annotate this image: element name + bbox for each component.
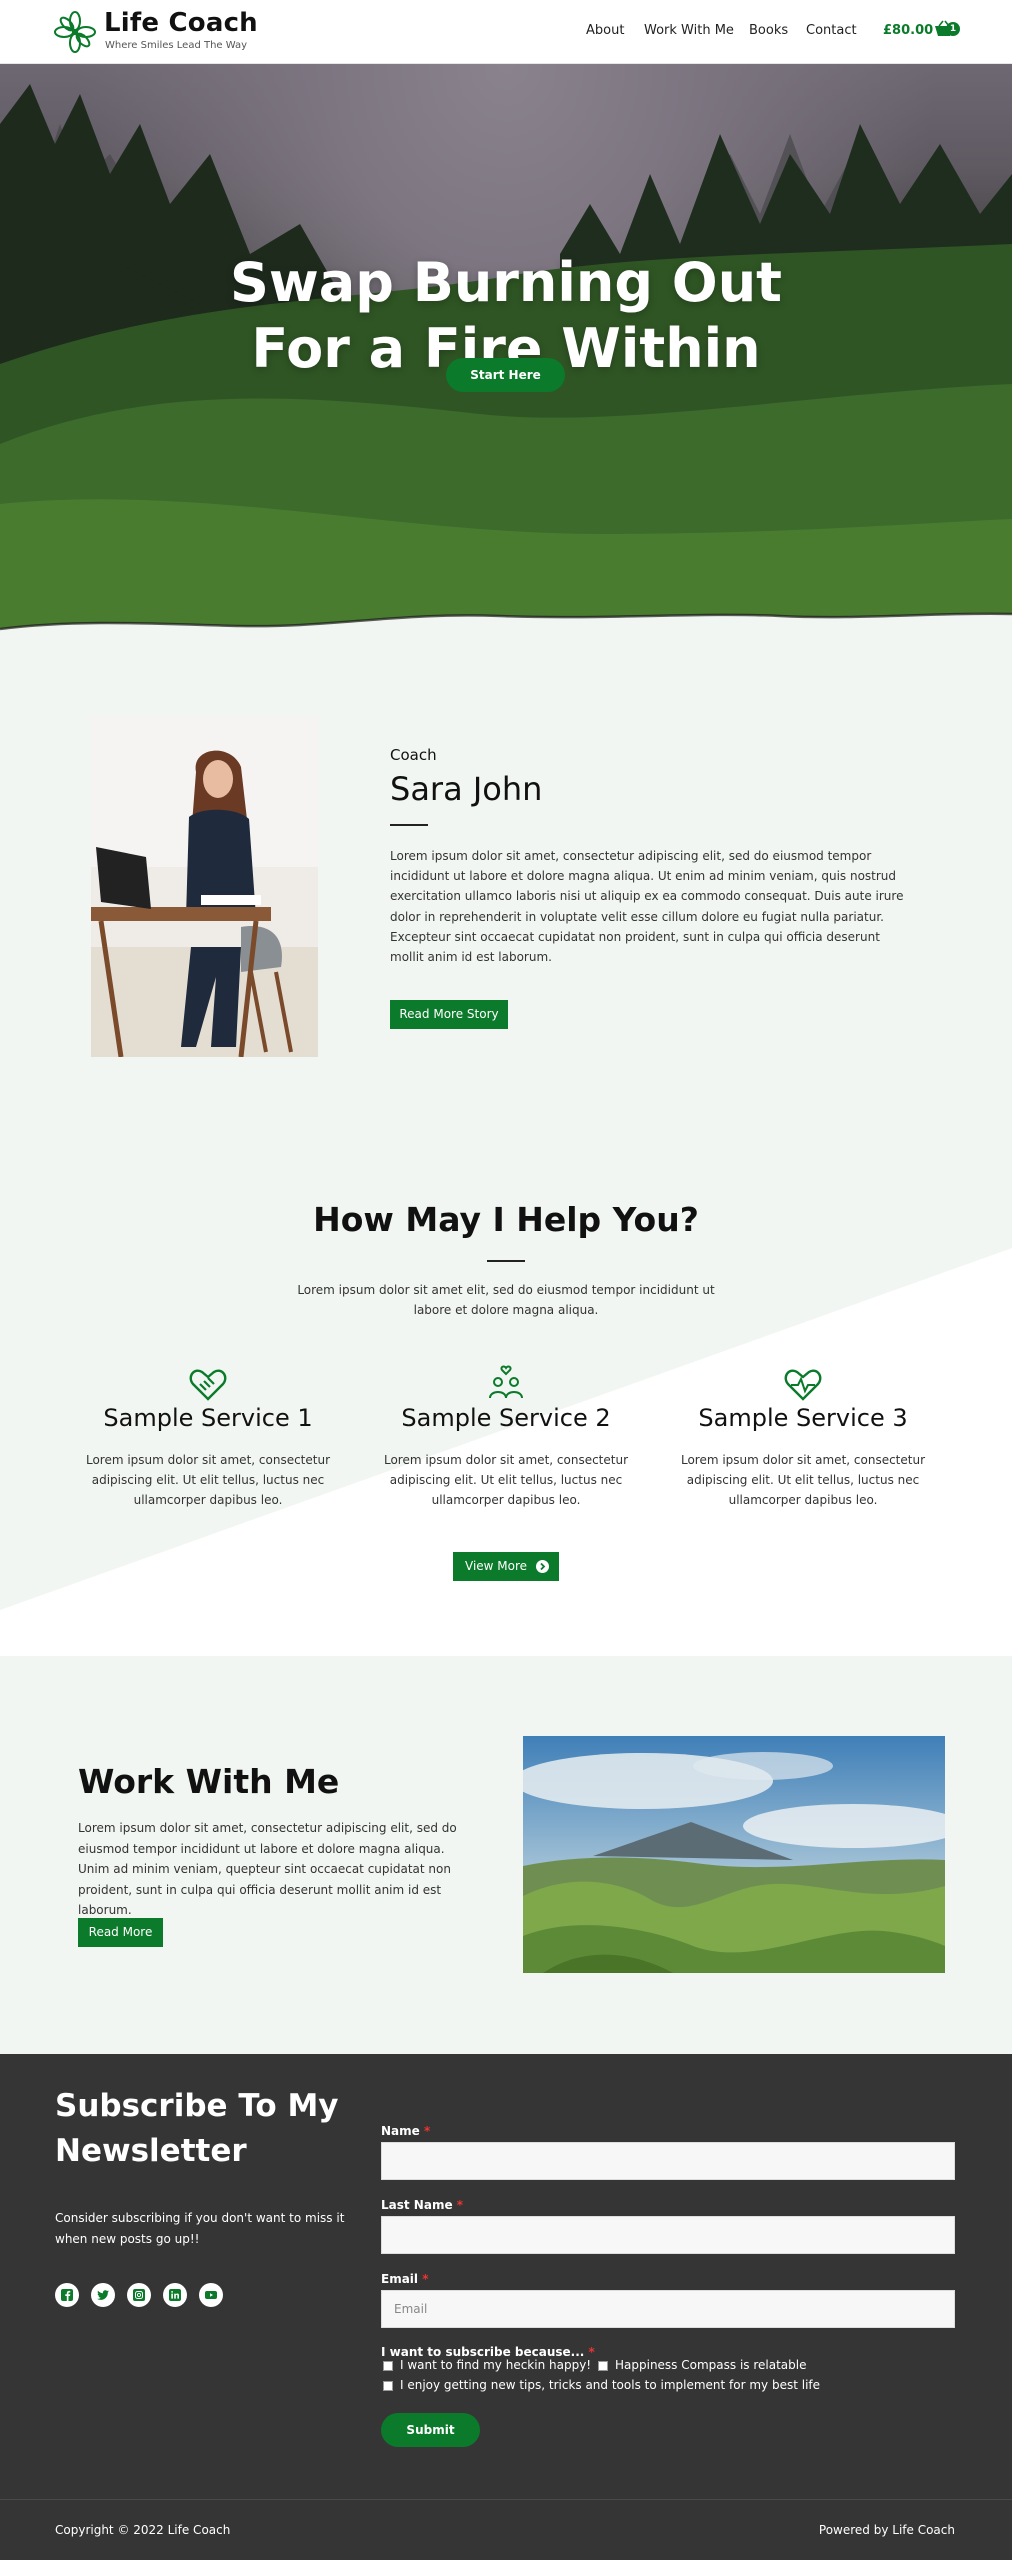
cart-count-badge: 1 — [946, 22, 960, 36]
youtube-button[interactable] — [199, 2283, 223, 2307]
nav-contact[interactable]: Contact — [806, 23, 857, 38]
subscribe-reason-label: I want to subscribe because... * — [381, 2345, 595, 2359]
start-here-button[interactable]: Start Here — [446, 358, 565, 392]
instagram-icon — [133, 2289, 145, 2301]
view-more-label: View More — [465, 1559, 528, 1573]
youtube-icon — [205, 2291, 217, 2299]
submit-button[interactable]: Submit — [381, 2413, 480, 2447]
powered-by-text: Powered by Life Coach — [818, 2523, 955, 2537]
about-text: Lorem ipsum dolor sit amet, consectetur … — [390, 849, 904, 965]
cart-total[interactable]: £80.00 — [883, 23, 933, 38]
heartbeat-icon — [784, 1369, 822, 1401]
service-title-1: Sample Service 1 — [103, 1404, 313, 1432]
newsletter-description: Consider subscribing if you don't want t… — [55, 2211, 345, 2246]
coach-name: Sara John — [390, 770, 543, 808]
handshake-heart-icon — [189, 1369, 227, 1401]
twitter-icon — [97, 2290, 109, 2300]
people-heart-icon — [489, 1365, 523, 1399]
arrow-circle-right-icon — [536, 1560, 549, 1573]
name-label: Name * — [381, 2124, 431, 2138]
facebook-button[interactable] — [55, 2283, 79, 2307]
nav-work-with-me[interactable]: Work With Me — [644, 23, 734, 38]
last-name-label: Last Name * — [381, 2198, 464, 2212]
linkedin-icon — [169, 2289, 181, 2301]
nav-about[interactable]: About — [586, 23, 624, 38]
newsletter-title: Subscribe To My Newsletter — [55, 2088, 339, 2169]
email-input[interactable]: Email — [381, 2290, 955, 2328]
service-text-2: Lorem ipsum dolor sit amet, consectetur … — [383, 1453, 629, 1507]
name-input[interactable] — [381, 2142, 955, 2180]
coach-photo — [91, 717, 318, 1057]
twitter-button[interactable] — [91, 2283, 115, 2307]
option-checkbox-3[interactable] — [383, 2381, 393, 2391]
services-title: How May I Help You? — [313, 1200, 699, 1239]
services-intro: Lorem ipsum dolor sit amet elit, sed do … — [297, 1283, 715, 1317]
option-label-2: Happiness Compass is relatable — [615, 2358, 807, 2372]
view-more-button[interactable]: View More — [453, 1552, 559, 1581]
divider-line — [487, 1260, 525, 1262]
copyright-text: Copyright © 2022 Life Coach — [55, 2523, 231, 2537]
about-label: Coach — [390, 746, 437, 764]
mountain-landscape-image — [523, 1736, 945, 1973]
brand-tagline: Where Smiles Lead The Way — [105, 40, 248, 51]
lotus-logo-icon[interactable] — [54, 11, 96, 53]
email-label: Email * — [381, 2272, 429, 2286]
service-text-3: Lorem ipsum dolor sit amet, consectetur … — [680, 1453, 926, 1507]
instagram-button[interactable] — [127, 2283, 151, 2307]
service-title-3: Sample Service 3 — [698, 1404, 908, 1432]
hero-title-line1: Swap Burning Out — [230, 251, 782, 314]
footer-divider — [0, 2499, 1012, 2500]
nav-books[interactable]: Books — [749, 23, 788, 38]
read-more-button[interactable]: Read More — [78, 1918, 163, 1947]
service-text-1: Lorem ipsum dolor sit amet, consectetur … — [85, 1453, 331, 1507]
option-label-1: I want to find my heckin happy! — [400, 2358, 592, 2372]
hero-section: Swap Burning Out For a Fire Within — [0, 64, 1012, 644]
work-text: Lorem ipsum dolor sit amet, consectetur … — [78, 1821, 457, 1917]
service-title-2: Sample Service 2 — [401, 1404, 611, 1432]
brand-title[interactable]: Life Coach — [104, 8, 258, 38]
site-header: Life Coach Where Smiles Lead The Way Abo… — [0, 0, 1012, 64]
option-checkbox-2[interactable] — [598, 2361, 608, 2371]
linkedin-button[interactable] — [163, 2283, 187, 2307]
work-title: Work With Me — [78, 1762, 340, 1801]
option-checkbox-1[interactable] — [383, 2361, 393, 2371]
option-label-3: I enjoy getting new tips, tricks and too… — [400, 2378, 821, 2392]
facebook-icon — [61, 2289, 73, 2301]
read-more-story-button[interactable]: Read More Story — [390, 1000, 508, 1029]
divider-line — [390, 824, 428, 826]
last-name-input[interactable] — [381, 2216, 955, 2254]
